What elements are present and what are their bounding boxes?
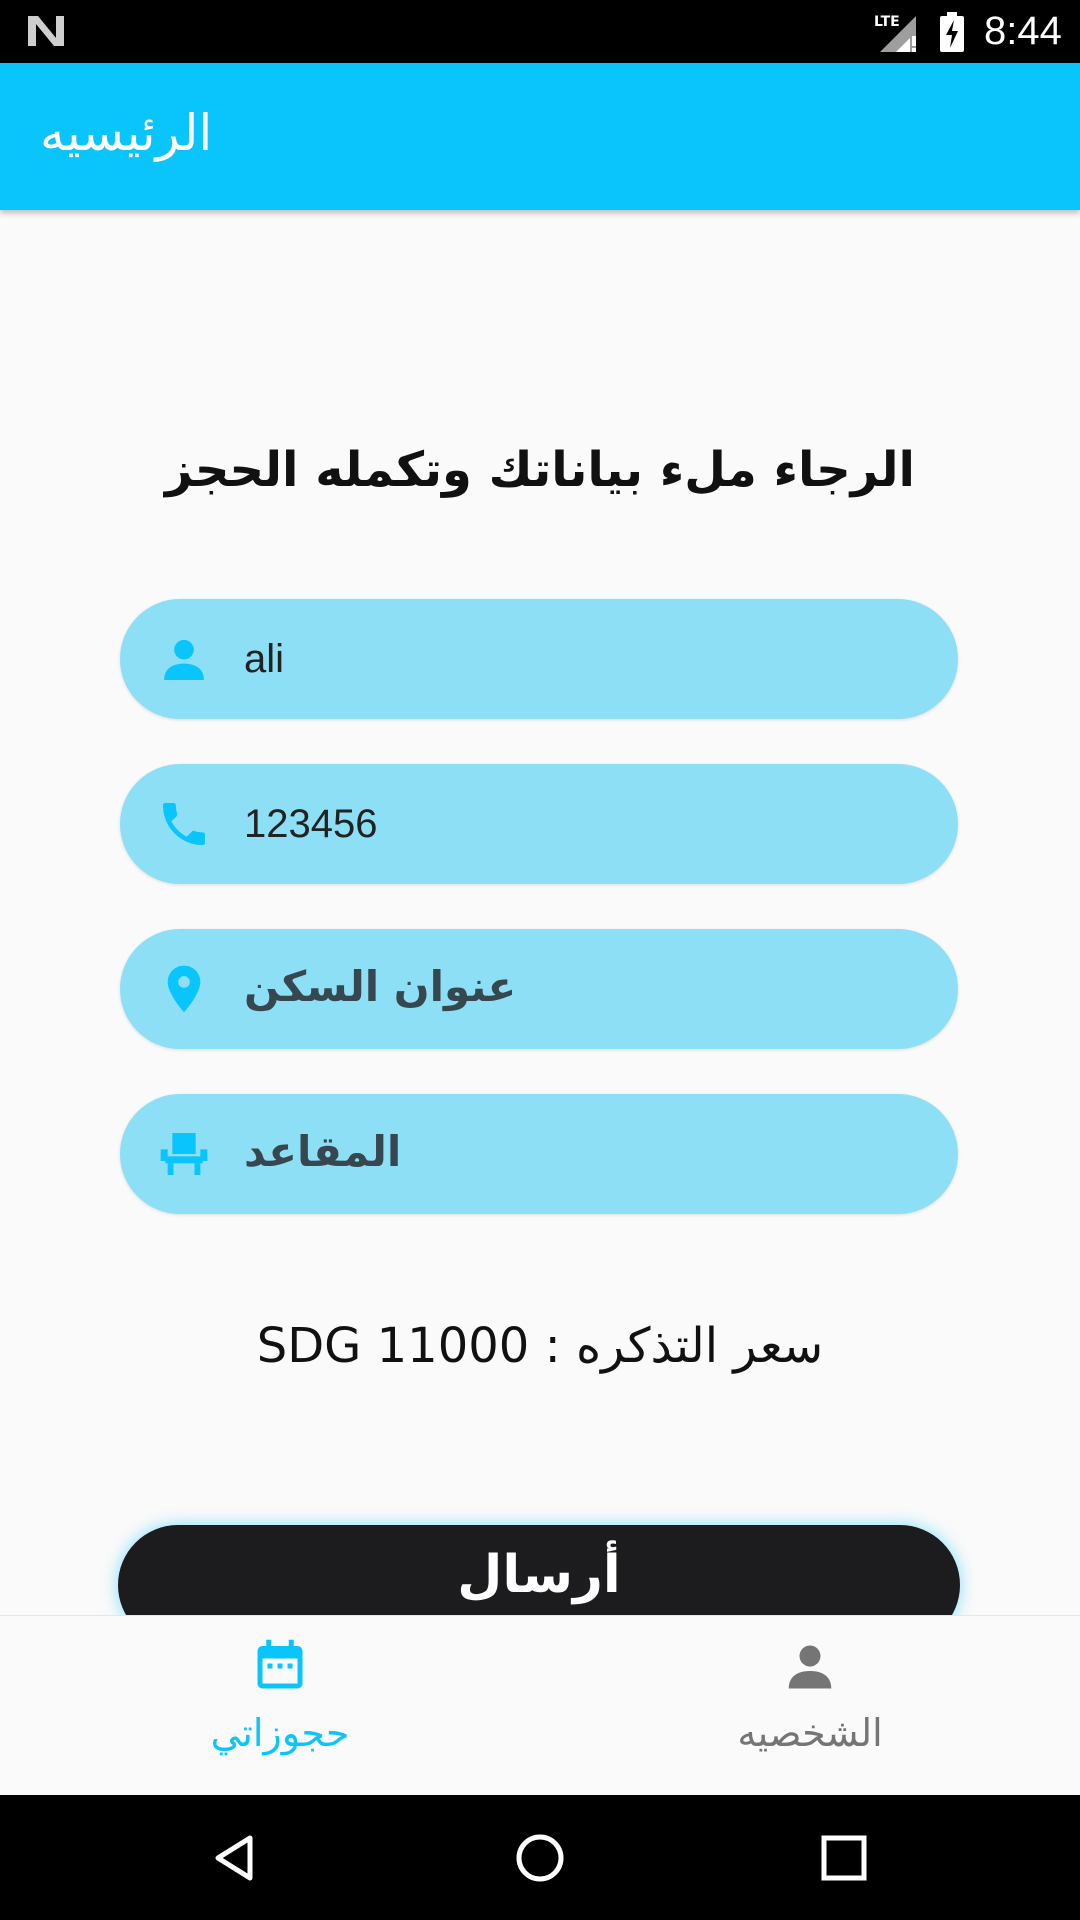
notification-n-icon (28, 16, 64, 46)
app-bar: الرئيسيه (0, 63, 1080, 210)
seat-icon (160, 1133, 208, 1175)
location-pin-icon (167, 965, 201, 1013)
status-bar: LTE 8:44 (0, 0, 1080, 63)
address-placeholder: عنوان السكن (244, 962, 517, 1011)
recents-icon[interactable] (818, 1832, 870, 1884)
nav-label-bookings: حجوزاتي (210, 1711, 350, 1755)
name-value: ali (244, 637, 285, 681)
back-icon[interactable] (210, 1832, 262, 1884)
phone-value: 123456 (244, 802, 378, 846)
home-icon[interactable] (514, 1832, 566, 1884)
svg-text:LTE: LTE (874, 14, 900, 30)
address-field[interactable]: عنوان السكن (120, 929, 958, 1049)
name-field[interactable]: ali (120, 599, 958, 719)
calendar-icon (257, 1639, 303, 1689)
form-heading: الرجاء ملء بياناتك وتكمله الحجز (164, 442, 916, 498)
phone-field[interactable]: 123456 (120, 764, 958, 884)
bottom-nav: حجوزاتي الشخصيه (0, 1615, 1080, 1796)
nav-item-bookings[interactable]: حجوزاتي (130, 1616, 430, 1796)
person-icon (788, 1645, 832, 1689)
seats-placeholder: المقاعد (244, 1127, 402, 1176)
seats-field[interactable]: المقاعد (120, 1094, 958, 1214)
clock: 8:44 (984, 9, 1062, 53)
ticket-price: SDG 11000 : سعر التذكره (256, 1318, 824, 1374)
person-icon (164, 639, 204, 680)
phone-icon (163, 803, 205, 845)
system-nav-bar (0, 1795, 1080, 1920)
nav-item-profile[interactable]: الشخصيه (660, 1616, 960, 1796)
page-title: الرئيسيه (40, 104, 213, 162)
nav-label-profile: الشخصيه (737, 1711, 883, 1755)
signal-lte-icon: LTE (874, 14, 916, 52)
battery-charging-icon (940, 12, 964, 52)
